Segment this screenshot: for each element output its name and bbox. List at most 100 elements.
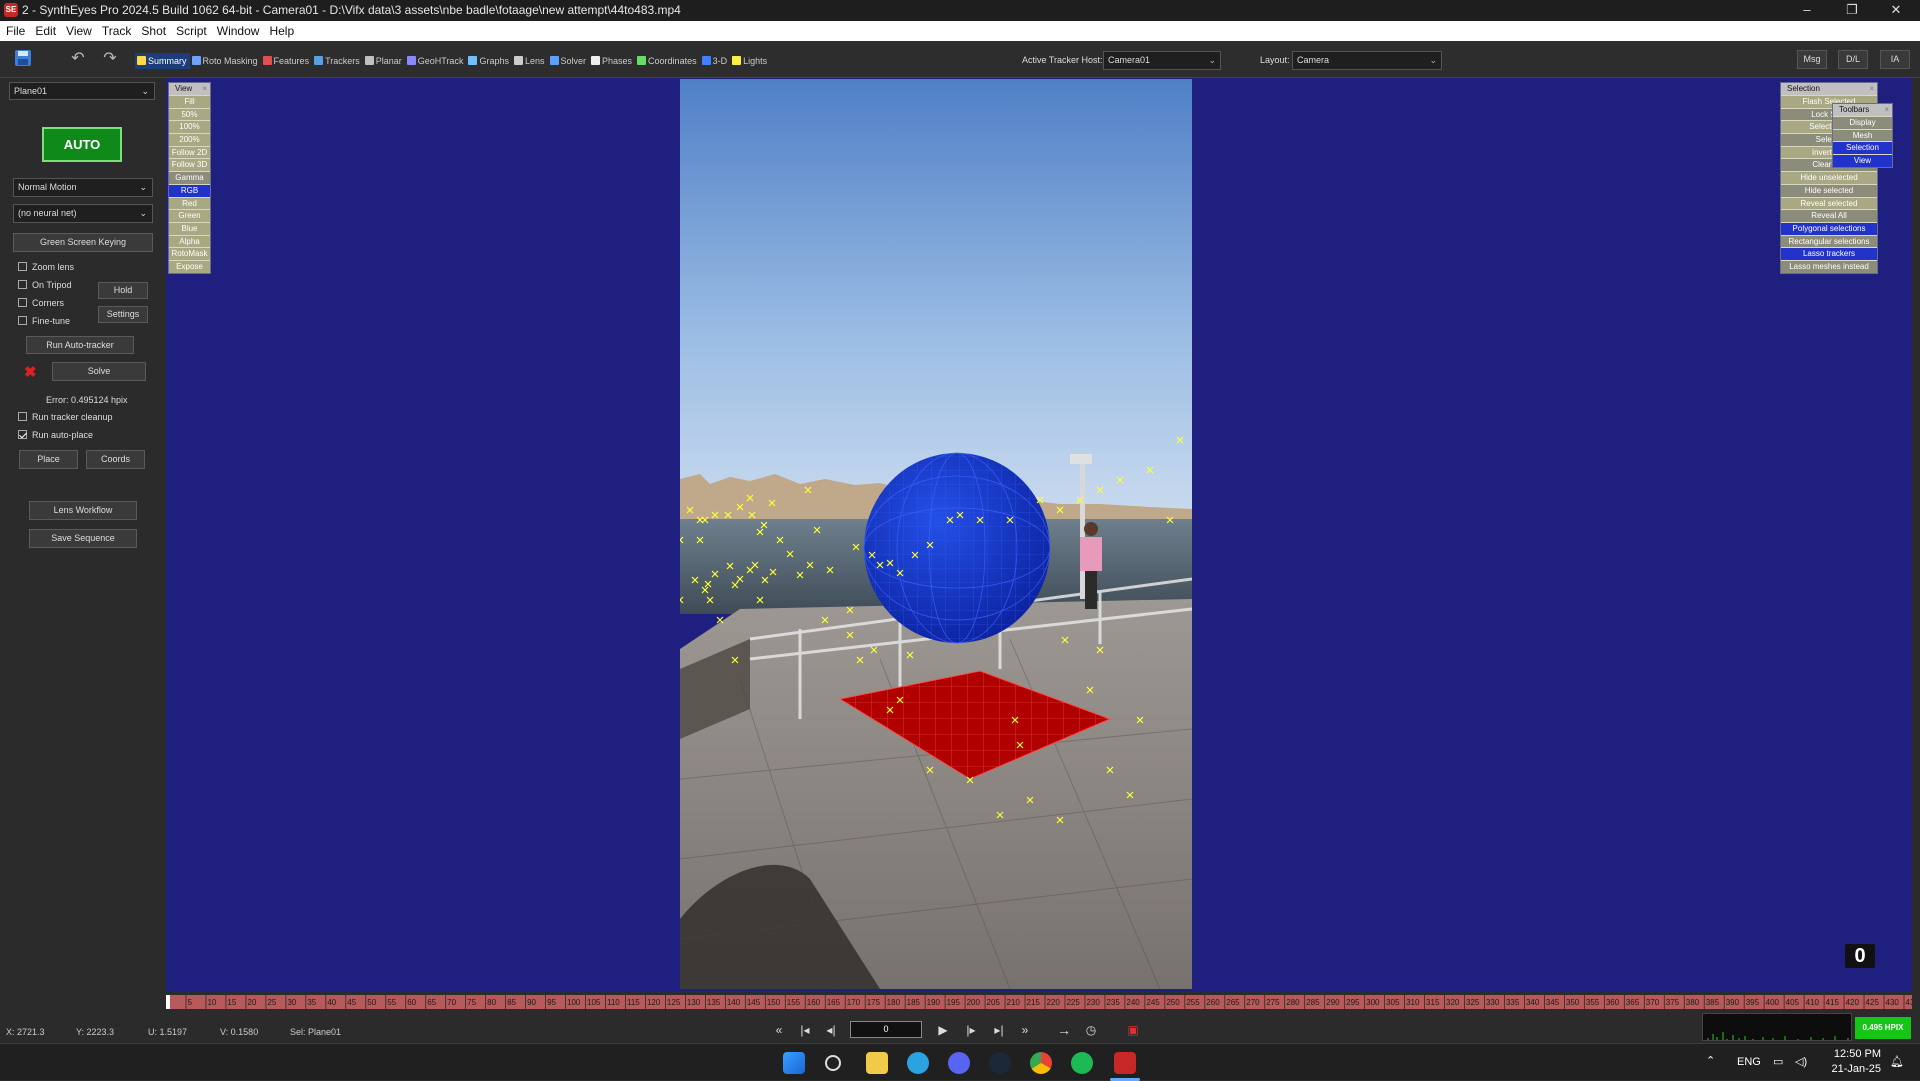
viewport-scrollbar[interactable]	[1912, 78, 1920, 991]
room-tab-summary[interactable]: Summary	[135, 53, 190, 69]
view-menu-item[interactable]: 100%	[169, 120, 210, 134]
room-tab-geohtrack[interactable]: GeoHTrack	[405, 53, 467, 69]
maximize-button[interactable]: ❐	[1829, 0, 1875, 21]
timeline-bar[interactable]: 5 10 15 20 25 30 35 40 45 50 55 60 65 70 75 80 85 90 95 100…	[166, 993, 1919, 1013]
selection-menu-item[interactable]: Reveal selected	[1781, 196, 1877, 210]
network-icon[interactable]: ▭	[1773, 1055, 1783, 1068]
close-icon[interactable]: ×	[1884, 104, 1889, 116]
view-menu-item[interactable]: Alpha	[169, 234, 210, 248]
dl-button[interactable]: D/L	[1838, 50, 1868, 69]
layout-select[interactable]: Camera ⌄	[1292, 51, 1442, 70]
green-screen-button[interactable]: Green Screen Keying	[13, 233, 153, 252]
windows-start-icon[interactable]	[783, 1052, 805, 1074]
playhead[interactable]	[166, 995, 170, 1009]
record-icon[interactable]: ▣	[1124, 1021, 1142, 1039]
toolbars-menu-item[interactable]: Selection	[1833, 141, 1892, 155]
selection-menu-item[interactable]: Lasso meshes instead	[1781, 259, 1877, 273]
volume-icon[interactable]: ◁)	[1795, 1055, 1807, 1068]
tracker-cleanup-checkbox[interactable]: Run tracker cleanup	[18, 412, 113, 422]
room-tab-lights[interactable]: Lights	[730, 53, 770, 69]
coords-button[interactable]: Coords	[86, 450, 145, 469]
language-indicator[interactable]: ENG	[1737, 1056, 1761, 1068]
selection-menu-item[interactable]: Hide selected	[1781, 183, 1877, 197]
last-frame-icon[interactable]: ▸|	[990, 1021, 1008, 1039]
fast-forward-icon[interactable]: »	[1016, 1021, 1034, 1039]
selection-menu-item[interactable]: Lasso trackers	[1781, 247, 1877, 260]
view-menu-item[interactable]: Expose	[169, 259, 210, 273]
place-button[interactable]: Place	[19, 450, 78, 469]
zoom-lens-checkbox[interactable]: Zoom lens	[18, 262, 74, 272]
tracker-host-select[interactable]: Camera01 ⌄	[1103, 51, 1221, 70]
menu-track[interactable]: Track	[96, 21, 136, 41]
view-menu-item[interactable]: Fill	[169, 95, 210, 108]
selection-menu-item[interactable]: Reveal All	[1781, 209, 1877, 222]
auto-place-checkbox[interactable]: Run auto-place	[18, 430, 93, 440]
room-tab-lens[interactable]: Lens	[512, 53, 548, 69]
search-icon[interactable]	[825, 1055, 841, 1071]
ia-button[interactable]: IA	[1880, 50, 1910, 69]
tracker-marker[interactable]	[716, 616, 724, 624]
view-menu-item[interactable]: Follow 3D	[169, 158, 210, 172]
view-menu-item[interactable]: RotoMask	[169, 247, 210, 260]
close-icon[interactable]: ×	[1869, 83, 1874, 95]
notification-bell-icon[interactable]: 🔔︎	[1890, 1055, 1904, 1068]
steam-icon[interactable]	[989, 1052, 1011, 1074]
view-menu-item[interactable]: Green	[169, 209, 210, 222]
room-tab-features[interactable]: Features	[261, 53, 313, 69]
toolbars-menu-item[interactable]: Mesh	[1833, 128, 1892, 142]
neural-net-select[interactable]: (no neural net) ⌄	[13, 204, 153, 223]
menu-view[interactable]: View	[60, 21, 96, 41]
lens-workflow-button[interactable]: Lens Workflow	[29, 501, 137, 520]
view-menu-item[interactable]: RGB	[169, 183, 210, 197]
menu-shot[interactable]: Shot	[135, 21, 170, 41]
on-tripod-checkbox[interactable]: On Tripod	[18, 280, 72, 290]
toolbars-menu-item[interactable]: View	[1833, 154, 1892, 167]
msg-button[interactable]: Msg	[1797, 50, 1827, 69]
selection-menu-item[interactable]: Hide unselected	[1781, 171, 1877, 184]
rewind-icon[interactable]: «	[770, 1021, 788, 1039]
chrome-icon[interactable]	[1030, 1052, 1052, 1074]
clock-icon[interactable]: ◷	[1082, 1021, 1100, 1039]
menu-help[interactable]: Help	[263, 21, 298, 41]
discord-icon[interactable]	[948, 1052, 970, 1074]
redo-icon[interactable]: ↷	[99, 48, 121, 70]
room-tab-graphs[interactable]: Graphs	[466, 53, 512, 69]
next-frame-icon[interactable]: |▸	[962, 1021, 980, 1039]
room-tab-roto-masking[interactable]: Roto Masking	[190, 53, 261, 69]
close-button[interactable]: ✕	[1873, 0, 1919, 21]
menu-file[interactable]: File	[0, 21, 29, 41]
minimize-button[interactable]: –	[1784, 0, 1830, 21]
arrow-right-icon[interactable]: →	[1055, 1021, 1073, 1039]
clock-time[interactable]: 12:50 PM	[1829, 1048, 1881, 1060]
spotify-icon[interactable]	[1071, 1052, 1093, 1074]
room-tab-planar[interactable]: Planar	[363, 53, 405, 69]
clock-date[interactable]: 21-Jan-25	[1829, 1063, 1881, 1075]
selection-menu-item[interactable]: Polygonal selections	[1781, 221, 1877, 235]
timeline-strip[interactable]: 5 10 15 20 25 30 35 40 45 50 55 60 65 70 75 80 85 90 95 100…	[166, 995, 1919, 1009]
syntheyes-taskbar-icon[interactable]	[1114, 1052, 1136, 1074]
file-explorer-icon[interactable]	[866, 1052, 888, 1074]
room-tab-coordinates[interactable]: Coordinates	[635, 53, 700, 69]
corners-checkbox[interactable]: Corners	[18, 298, 64, 308]
save-icon[interactable]	[12, 49, 34, 71]
view-menu-item[interactable]: Red	[169, 196, 210, 210]
menu-window[interactable]: Window	[211, 21, 264, 41]
close-icon[interactable]: ×	[202, 83, 207, 95]
fine-tune-checkbox[interactable]: Fine-tune	[18, 316, 70, 326]
telegram-icon[interactable]	[907, 1052, 929, 1074]
menu-edit[interactable]: Edit	[29, 21, 60, 41]
room-tab-trackers[interactable]: Trackers	[312, 53, 363, 69]
selection-menu-item[interactable]: Rectangular selections	[1781, 234, 1877, 248]
menu-script[interactable]: Script	[170, 21, 211, 41]
object-select[interactable]: Plane01 ⌄	[9, 82, 155, 100]
view-menu-item[interactable]: Gamma	[169, 171, 210, 184]
room-tab-3-d[interactable]: 3-D	[700, 53, 731, 69]
save-sequence-button[interactable]: Save Sequence	[29, 529, 137, 548]
view-menu-item[interactable]: 200%	[169, 133, 210, 146]
view-menu-item[interactable]: Blue	[169, 221, 210, 235]
prev-frame-icon[interactable]: ◂|	[822, 1021, 840, 1039]
auto-button[interactable]: AUTO	[42, 127, 122, 162]
current-frame-input[interactable]: 0	[850, 1021, 922, 1038]
camera-viewport[interactable]: View × Fill 50% 100% 200% Follow 2D Follow 3D G…	[166, 78, 1912, 991]
chevron-up-icon[interactable]: ⌃	[1706, 1054, 1715, 1067]
